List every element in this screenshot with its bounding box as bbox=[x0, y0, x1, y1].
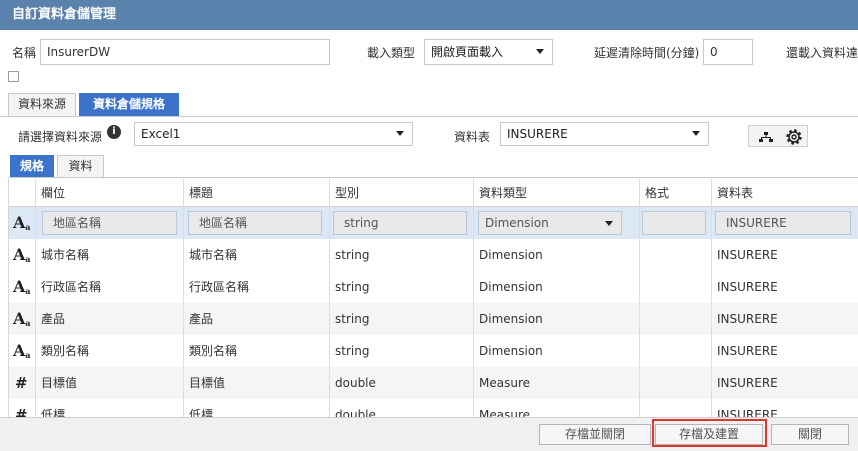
table-row-selected[interactable]: Aa 地區名稱 地區名稱 string Dimension INSURERE bbox=[9, 207, 858, 239]
column-divider bbox=[711, 179, 712, 417]
cell-title: 行政區名稱 bbox=[189, 280, 250, 294]
cell-format bbox=[639, 303, 711, 335]
chevron-down-icon bbox=[605, 221, 613, 226]
cell-type: double bbox=[335, 408, 376, 417]
load-type-select[interactable]: 開啟頁面載入 bbox=[424, 39, 553, 65]
tree-settings-icons bbox=[759, 129, 802, 145]
cell-data-type: Dimension bbox=[479, 280, 543, 294]
cell-format bbox=[639, 239, 711, 271]
cell-table: INSURERE bbox=[717, 376, 778, 390]
cell-data-type: Dimension bbox=[479, 344, 543, 358]
column-header-type[interactable]: 型別 bbox=[329, 179, 473, 206]
load-type-value: 開啟頁面載入 bbox=[431, 45, 504, 59]
cell-table: INSURERE bbox=[717, 312, 778, 326]
source-select-value: Excel1 bbox=[141, 127, 181, 141]
chevron-down-icon bbox=[396, 131, 404, 136]
cell-format bbox=[639, 271, 711, 303]
column-divider bbox=[183, 179, 184, 417]
tab-spec[interactable]: 規格 bbox=[10, 155, 54, 177]
cell-data-type: Measure bbox=[479, 408, 530, 417]
cell-type: string bbox=[335, 312, 370, 326]
gear-icon[interactable] bbox=[786, 129, 802, 145]
table-row[interactable]: # 目標值 目標值 double Measure INSURERE bbox=[9, 367, 858, 399]
table-row[interactable]: Aa 城市名稱 城市名稱 string Dimension INSURERE bbox=[9, 239, 858, 271]
table-row[interactable]: Aa 產品 產品 string Dimension INSURERE bbox=[9, 303, 858, 335]
column-header-format[interactable]: 格式 bbox=[639, 179, 711, 206]
highlight-annotation bbox=[652, 419, 767, 447]
column-header-title[interactable]: 標題 bbox=[183, 179, 329, 206]
table-row[interactable]: # 低標 低標 double Measure INSURERE bbox=[9, 399, 858, 417]
toolbar-buttons bbox=[748, 125, 808, 147]
delay-clear-input[interactable]: 0 bbox=[703, 39, 753, 65]
data-type-value: Dimension bbox=[485, 216, 549, 230]
column-divider bbox=[35, 179, 36, 417]
source-select[interactable]: Excel1 bbox=[134, 122, 413, 146]
cell-type: string bbox=[335, 280, 370, 294]
chevron-down-icon bbox=[536, 49, 544, 54]
cell-type: string bbox=[335, 248, 370, 262]
delay-clear-label: 延遲清除時間(分鐘) bbox=[594, 46, 700, 60]
chevron-down-icon bbox=[692, 131, 700, 136]
table-label: 資料表 bbox=[454, 130, 491, 144]
text-field-icon: Aa bbox=[13, 213, 31, 233]
column-divider bbox=[639, 179, 640, 417]
table-input[interactable]: INSURERE bbox=[715, 211, 851, 235]
cell-title: 產品 bbox=[189, 312, 214, 326]
tab-data[interactable]: 資料 bbox=[57, 155, 104, 177]
cell-table: INSURERE bbox=[717, 408, 778, 417]
cell-format bbox=[639, 367, 711, 399]
tab-data-source[interactable]: 資料來源 bbox=[8, 93, 76, 116]
option-checkbox[interactable] bbox=[8, 71, 19, 82]
load-type-label: 載入類型 bbox=[367, 46, 416, 60]
cell-title: 類別名稱 bbox=[189, 344, 238, 358]
column-header-field[interactable]: 欄位 bbox=[35, 179, 183, 206]
source-select-label: 請選擇資料來源 bbox=[18, 130, 103, 144]
info-icon: i bbox=[107, 125, 121, 139]
field-input[interactable]: 地區名稱 bbox=[42, 211, 177, 235]
cell-data-type: Dimension bbox=[479, 312, 543, 326]
cell-title: 目標值 bbox=[189, 376, 226, 390]
hierarchy-icon[interactable] bbox=[759, 132, 773, 142]
data-type-select[interactable]: Dimension bbox=[478, 211, 622, 235]
table-select[interactable]: INSURERE bbox=[500, 122, 709, 146]
title-input[interactable]: 地區名稱 bbox=[188, 211, 322, 235]
column-divider bbox=[329, 179, 330, 417]
name-label: 名稱 bbox=[12, 46, 37, 60]
cell-data-type: Dimension bbox=[479, 248, 543, 262]
table-row[interactable]: Aa 行政區名稱 行政區名稱 string Dimension INSURERE bbox=[9, 271, 858, 303]
cell-table: INSURERE bbox=[717, 280, 778, 294]
tab-divider bbox=[8, 177, 858, 178]
cell-format bbox=[639, 399, 711, 417]
name-input[interactable]: InsurerDW bbox=[40, 39, 330, 65]
table-row[interactable]: Aa 類別名稱 類別名稱 string Dimension INSURERE bbox=[9, 335, 858, 367]
table-select-value: INSURERE bbox=[507, 127, 568, 141]
tab-warehouse-spec[interactable]: 資料倉儲規格 bbox=[79, 93, 179, 116]
column-header-table[interactable]: 資料表 bbox=[711, 179, 858, 206]
cell-format bbox=[639, 335, 711, 367]
cell-table: INSURERE bbox=[717, 344, 778, 358]
cell-title: 城市名稱 bbox=[189, 248, 238, 262]
cell-data-type: Measure bbox=[479, 376, 530, 390]
cell-type: double bbox=[335, 376, 376, 390]
cell-title: 低標 bbox=[189, 408, 214, 417]
after-load-label: 還載入資料達 bbox=[786, 46, 858, 60]
format-input[interactable] bbox=[642, 211, 706, 235]
cell-table: INSURERE bbox=[717, 248, 778, 262]
field-grid: 欄位 標題 型別 資料類型 格式 資料表 Aa 地區名稱 地區名稱 string… bbox=[8, 179, 858, 417]
column-divider bbox=[473, 179, 474, 417]
cell-type: string bbox=[335, 344, 370, 358]
close-button[interactable]: 關閉 bbox=[771, 424, 849, 445]
column-header-data-type[interactable]: 資料類型 bbox=[473, 179, 639, 206]
type-input[interactable]: string bbox=[333, 211, 467, 235]
save-close-button[interactable]: 存檔並關閉 bbox=[539, 424, 651, 445]
grid-header: 欄位 標題 型別 資料類型 格式 資料表 bbox=[9, 179, 858, 207]
window-title: 自訂資料倉儲管理 bbox=[0, 0, 858, 30]
